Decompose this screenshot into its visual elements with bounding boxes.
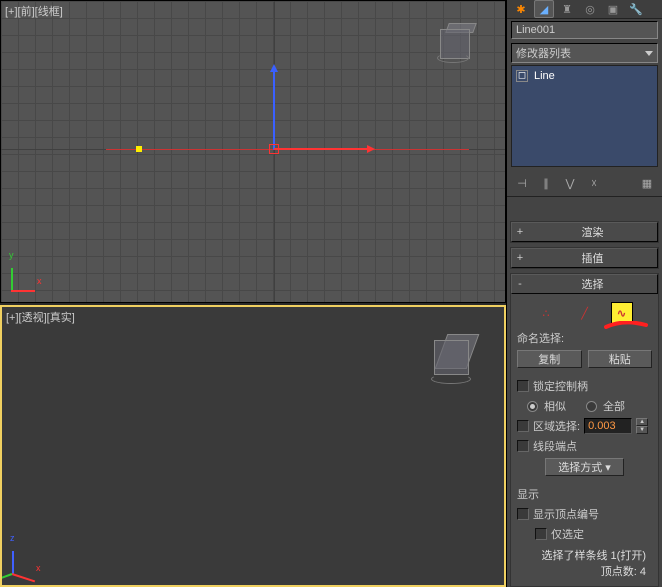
similar-radio[interactable] bbox=[527, 401, 538, 412]
region-select-checkbox[interactable] bbox=[517, 420, 529, 432]
modify-tab-icon[interactable]: ◢ bbox=[534, 0, 554, 18]
segment-end-label: 线段端点 bbox=[533, 438, 577, 454]
stack-item-label: Line bbox=[534, 70, 555, 82]
transform-gizmo[interactable] bbox=[274, 149, 275, 150]
create-tab-icon[interactable]: ✱ bbox=[511, 0, 531, 18]
lock-handles-label: 锁定控制柄 bbox=[533, 378, 588, 394]
segment-end-checkbox[interactable] bbox=[517, 440, 529, 452]
panel-tabs: ✱ ◢ ♜ ◎ ▣ 🔧 bbox=[507, 0, 662, 19]
gizmo-center[interactable] bbox=[269, 144, 279, 154]
spline-subobj-icon[interactable]: ∿ bbox=[611, 302, 633, 324]
vertex-subobj-icon[interactable]: ∴ bbox=[537, 302, 559, 324]
show-result-icon[interactable]: ∥ bbox=[537, 174, 555, 192]
rollout-selection[interactable]: - 选择 bbox=[511, 274, 658, 294]
only-selected-label: 仅选定 bbox=[551, 526, 584, 542]
status-selection: 选择了样条线 1(打开) bbox=[523, 547, 646, 563]
vertex-marker[interactable] bbox=[136, 146, 142, 152]
command-panel: ✱ ◢ ♜ ◎ ▣ 🔧 Line001 修改器列表 ◻ Line ⊣ ∥ ⋁ ☓… bbox=[506, 0, 662, 587]
stack-item-line[interactable]: ◻ Line bbox=[514, 68, 655, 84]
chevron-down-icon bbox=[645, 51, 653, 56]
paste-button[interactable]: 粘贴 bbox=[588, 350, 653, 368]
only-selected-checkbox[interactable] bbox=[535, 528, 547, 540]
similar-label: 相似 bbox=[544, 398, 566, 414]
object-name-field[interactable]: Line001 bbox=[511, 21, 658, 39]
named-selection-label: 命名选择: bbox=[517, 330, 564, 346]
region-select-label: 区域选择: bbox=[533, 418, 580, 434]
spline-segment bbox=[106, 149, 274, 150]
viewport-front[interactable]: [+][前][线框] y x bbox=[0, 0, 506, 303]
modifier-list-dropdown[interactable]: 修改器列表 bbox=[511, 43, 658, 63]
rollout-interpolation[interactable]: + 插值 bbox=[511, 248, 658, 268]
gizmo-x-axis[interactable] bbox=[274, 148, 369, 150]
viewcube[interactable] bbox=[435, 21, 475, 61]
viewport-grid bbox=[1, 1, 505, 302]
gizmo-z-axis[interactable] bbox=[273, 70, 275, 150]
configure-icon[interactable]: ▦ bbox=[638, 174, 656, 192]
select-mode-button[interactable]: 选择方式 ▾ bbox=[545, 458, 624, 476]
make-unique-icon[interactable]: ⋁ bbox=[561, 174, 579, 192]
viewcube[interactable] bbox=[429, 332, 479, 382]
display-tab-icon[interactable]: ▣ bbox=[603, 0, 623, 18]
spinner-up-icon[interactable]: ▲ bbox=[636, 418, 648, 426]
hierarchy-tab-icon[interactable]: ♜ bbox=[557, 0, 577, 18]
axis-tripod: z x bbox=[12, 545, 42, 575]
remove-modifier-icon[interactable]: ☓ bbox=[585, 174, 603, 192]
pin-stack-icon[interactable]: ⊣ bbox=[513, 174, 531, 192]
region-select-spinner[interactable]: 0.003 bbox=[584, 418, 632, 434]
axis-tripod: y x bbox=[11, 262, 41, 292]
show-vertex-numbers-label: 显示顶点编号 bbox=[533, 506, 599, 522]
rollout-render[interactable]: + 渲染 bbox=[511, 222, 658, 242]
segment-subobj-icon[interactable]: ╱ bbox=[574, 302, 596, 324]
viewport-label-bottom: [+][透视][真实] bbox=[6, 309, 75, 325]
all-radio[interactable] bbox=[586, 401, 597, 412]
expand-icon[interactable]: ◻ bbox=[516, 70, 528, 82]
modifier-stack[interactable]: ◻ Line bbox=[511, 65, 658, 167]
motion-tab-icon[interactable]: ◎ bbox=[580, 0, 600, 18]
display-header: 显示 bbox=[517, 486, 539, 502]
modifier-list-label: 修改器列表 bbox=[516, 45, 571, 61]
stack-controls: ⊣ ∥ ⋁ ☓ ▦ bbox=[507, 171, 662, 197]
utilities-tab-icon[interactable]: 🔧 bbox=[626, 0, 646, 18]
spinner-down-icon[interactable]: ▼ bbox=[636, 426, 648, 434]
all-label: 全部 bbox=[603, 398, 625, 414]
subobject-level-row: ∴ ╱ ∿ bbox=[517, 298, 652, 328]
viewport-label-top: [+][前][线框] bbox=[5, 3, 63, 19]
status-vertex-count: 顶点数: 4 bbox=[523, 563, 646, 579]
viewport-perspective[interactable]: [+][透视][真实] bbox=[0, 305, 506, 587]
annotation-stroke bbox=[604, 321, 648, 329]
copy-button[interactable]: 复制 bbox=[517, 350, 582, 368]
lock-handles-checkbox[interactable] bbox=[517, 380, 529, 392]
show-vertex-numbers-checkbox[interactable] bbox=[517, 508, 529, 520]
